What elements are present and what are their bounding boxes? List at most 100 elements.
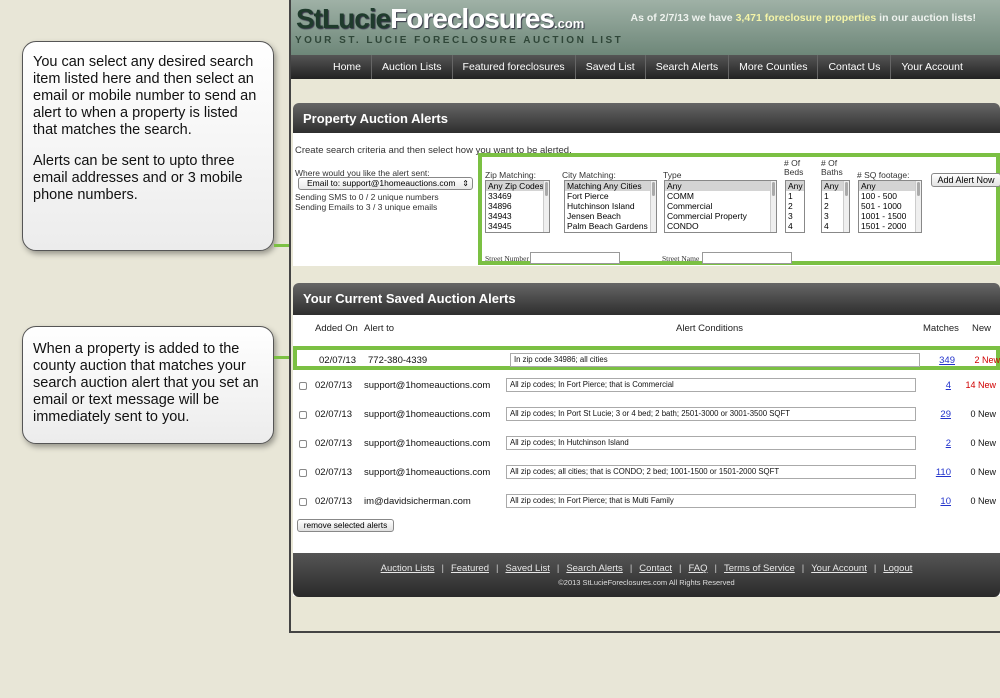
baths-label: # Of Baths bbox=[821, 158, 843, 177]
row-matches-link[interactable]: 10 bbox=[916, 496, 951, 507]
footer-link-saved-list[interactable]: Saved List bbox=[505, 563, 549, 574]
type-listbox[interactable]: Any COMM Commercial Commercial Property … bbox=[664, 180, 777, 233]
city-scrollbar[interactable] bbox=[650, 181, 656, 232]
alerts-panel: Create search criteria and then select h… bbox=[293, 133, 1000, 266]
zip-label: Zip Matching: bbox=[485, 170, 537, 180]
row-matches-link[interactable]: 110 bbox=[916, 467, 951, 478]
city-listbox[interactable]: Matching Any Cities Fort Pierce Hutchins… bbox=[564, 180, 657, 233]
beds-listbox[interactable]: Any 1 2 3 4 bbox=[785, 180, 805, 233]
criteria-help-text: You can select any desired search item l… bbox=[33, 54, 257, 138]
row-date: 02/07/13 bbox=[319, 355, 356, 366]
type-scrollbar[interactable] bbox=[770, 181, 776, 232]
col-added-on: Added On bbox=[315, 323, 358, 334]
copyright: ©2013 StLucieForeclosures.com All Rights… bbox=[558, 578, 735, 587]
row-checkbox[interactable] bbox=[299, 498, 307, 506]
row-new-count: 2 New bbox=[974, 355, 1000, 365]
alerts-panel-title: Property Auction Alerts bbox=[293, 103, 1000, 133]
street-name-label: Street Name bbox=[662, 254, 700, 263]
row-date: 02/07/13 bbox=[315, 467, 352, 478]
send-to-select[interactable]: Email to: support@1homeauctions.com ⇕ bbox=[298, 177, 473, 190]
site-footer: Auction Lists | Featured | Saved List | Search… bbox=[293, 553, 1000, 597]
nav-contact-us[interactable]: Contact Us bbox=[818, 55, 892, 79]
zip-listbox[interactable]: Any Zip Codes 33469 34896 34943 34945 bbox=[485, 180, 550, 233]
row-conditions: All zip codes; In Fort Pierce; that is C… bbox=[506, 378, 916, 392]
footer-link-faq[interactable]: FAQ bbox=[689, 563, 708, 574]
new-property-text: When a property is added to the county a… bbox=[33, 341, 259, 425]
table-row: 02/07/13 im@davidsicherman.com All zip c… bbox=[293, 491, 1000, 513]
property-count-banner: As of 2/7/13 we have 3,471 foreclosure p… bbox=[630, 12, 976, 24]
nav-your-account[interactable]: Your Account bbox=[891, 55, 973, 79]
footer-link-auction-lists[interactable]: Auction Lists bbox=[381, 563, 435, 574]
table-row: 02/07/13 support@1homeauctions.com All z… bbox=[293, 375, 1000, 397]
footer-link-featured[interactable]: Featured bbox=[451, 563, 489, 574]
col-matches: Matches bbox=[923, 323, 959, 334]
row-conditions: All zip codes; In Hutchinson Island bbox=[506, 436, 916, 450]
row-matches-link[interactable]: 29 bbox=[916, 409, 951, 420]
sqft-scrollbar[interactable] bbox=[915, 181, 921, 232]
website-page: StLucieForeclosures.com YOUR ST. LUCIE F… bbox=[289, 0, 1000, 633]
footer-link-your-account[interactable]: Your Account bbox=[811, 563, 867, 574]
type-label: Type bbox=[663, 170, 682, 180]
nav-search-alerts[interactable]: Search Alerts bbox=[646, 55, 730, 79]
row-date: 02/07/13 bbox=[315, 496, 352, 507]
row-checkbox[interactable] bbox=[299, 440, 307, 448]
row-conditions: All zip codes; In Fort Pierce; that is M… bbox=[506, 494, 916, 508]
row-matches-link[interactable]: 349 bbox=[920, 355, 955, 366]
nav-auction-lists[interactable]: Auction Lists bbox=[372, 55, 453, 79]
row-alert-to: im@davidsicherman.com bbox=[364, 496, 471, 507]
row-checkbox[interactable] bbox=[299, 411, 307, 419]
baths-scrollbar[interactable] bbox=[843, 181, 849, 232]
row-new-count: 0 New bbox=[970, 409, 996, 419]
nav-featured[interactable]: Featured foreclosures bbox=[453, 55, 576, 79]
table-row: 02/07/13 support@1homeauctions.com All z… bbox=[293, 404, 1000, 426]
col-alert-to: Alert to bbox=[364, 323, 395, 334]
footer-link-contact[interactable]: Contact bbox=[639, 563, 672, 574]
row-date: 02/07/13 bbox=[315, 409, 352, 420]
row-new-count: 14 New bbox=[965, 380, 996, 390]
sqft-label: # SQ footage: bbox=[857, 170, 910, 180]
nav-saved-list[interactable]: Saved List bbox=[576, 55, 646, 79]
beds-label: # Of Beds bbox=[784, 158, 804, 177]
select-arrows-icon: ⇕ bbox=[462, 179, 469, 188]
saved-alerts-title: Your Current Saved Auction Alerts bbox=[293, 283, 1000, 315]
row-checkbox[interactable] bbox=[299, 382, 307, 390]
site-logo[interactable]: StLucieForeclosures.com bbox=[296, 3, 584, 35]
sqft-listbox[interactable]: Any 100 - 500 501 - 1000 1001 - 1500 150… bbox=[858, 180, 922, 233]
street-number-input[interactable] bbox=[530, 252, 620, 264]
criteria-help-callout: You can select any desired search item l… bbox=[22, 41, 274, 251]
row-alert-to: 772-380-4339 bbox=[368, 355, 428, 366]
row-alert-to: support@1homeauctions.com bbox=[364, 467, 491, 478]
zip-scrollbar[interactable] bbox=[543, 181, 549, 232]
send-usage-info: Sending SMS to 0 / 2 unique numbers Send… bbox=[295, 192, 439, 212]
nav-home[interactable]: Home bbox=[323, 55, 373, 79]
table-row: 02/07/13 support@1homeauctions.com All z… bbox=[293, 462, 1000, 484]
row-alert-to: support@1homeauctions.com bbox=[364, 438, 491, 449]
row-checkbox[interactable] bbox=[299, 469, 307, 477]
footer-link-search-alerts[interactable]: Search Alerts bbox=[566, 563, 623, 574]
row-date: 02/07/13 bbox=[315, 380, 352, 391]
nav-more-counties[interactable]: More Counties bbox=[729, 55, 819, 79]
street-name-input[interactable] bbox=[702, 252, 792, 264]
row-matches-link[interactable]: 4 bbox=[916, 380, 951, 391]
row-matches-link[interactable]: 2 bbox=[916, 438, 951, 449]
table-row: 02/07/13 772-380-4339 In zip code 34986;… bbox=[293, 346, 1000, 370]
footer-link-logout[interactable]: Logout bbox=[883, 563, 912, 574]
remove-selected-alerts-button[interactable]: remove selected alerts bbox=[297, 519, 394, 532]
row-new-count: 0 New bbox=[970, 467, 996, 477]
email-usage: Sending Emails to 3 / 3 unique emails bbox=[295, 201, 438, 212]
row-conditions: In zip code 34986; all cities bbox=[510, 353, 920, 367]
add-alert-button[interactable]: Add Alert Now bbox=[931, 173, 1000, 187]
row-new-count: 0 New bbox=[970, 438, 996, 448]
footer-link-terms[interactable]: Terms of Service bbox=[724, 563, 795, 574]
alerts-limit-text: Alerts can be sent to upto three email a… bbox=[33, 153, 243, 203]
row-new-count: 0 New bbox=[970, 496, 996, 506]
footer-links: Auction Lists | Featured | Saved List | Search… bbox=[380, 563, 913, 574]
criteria-box: Zip Matching: Any Zip Codes 33469 34896 … bbox=[478, 153, 1000, 265]
table-row: 02/07/13 support@1homeauctions.com All z… bbox=[293, 433, 1000, 455]
new-property-callout: When a property is added to the county a… bbox=[22, 326, 274, 444]
row-alert-to: support@1homeauctions.com bbox=[364, 409, 491, 420]
baths-listbox[interactable]: Any 1 2 3 4 bbox=[821, 180, 850, 233]
street-number-label: Street Number bbox=[485, 254, 529, 263]
row-alert-to: support@1homeauctions.com bbox=[364, 380, 491, 391]
row-conditions: All zip codes; In Port St Lucie; 3 or 4 … bbox=[506, 407, 916, 421]
